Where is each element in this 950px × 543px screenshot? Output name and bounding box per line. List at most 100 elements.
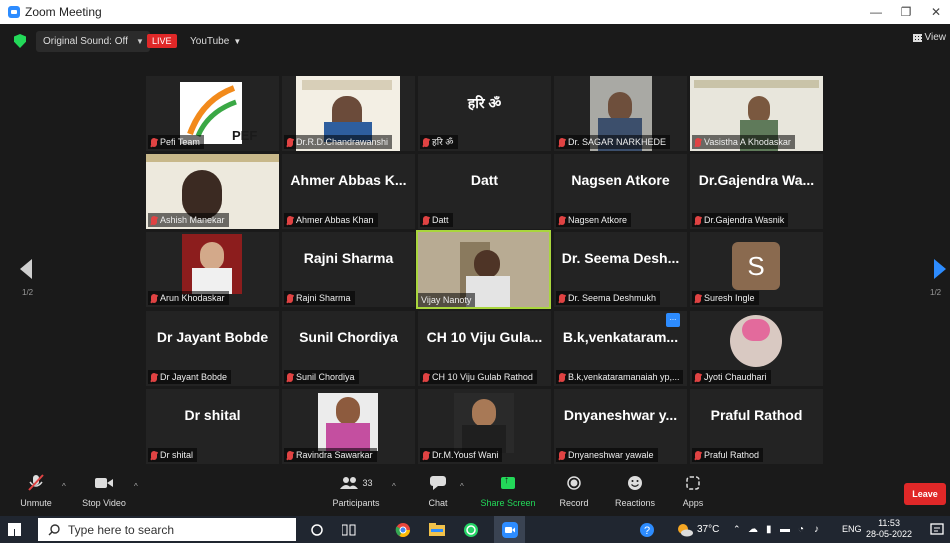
video-camera-icon [95, 478, 113, 488]
participant-name-label: Jyoti Chaudhari [692, 370, 771, 384]
banner-strip [302, 80, 392, 90]
display-icon[interactable]: ▬ [780, 516, 790, 543]
muted-mic-icon [423, 215, 429, 225]
participant-tile[interactable]: CH 10 Viju Gula... CH 10 Viju Gulab Rath… [418, 311, 551, 386]
participant-display-name: Dr Jayant Bobde [156, 329, 269, 345]
meeting-toolbar: Unmute ^ Stop Video ^ 33 Participants ^ … [0, 470, 950, 516]
participant-tile[interactable]: Dnyaneshwar y... Dnyaneshwar yawale [554, 389, 687, 464]
cloud-icon[interactable]: ☁ [748, 516, 758, 543]
muted-mic-icon [423, 450, 429, 460]
zoom-taskbar-icon[interactable] [494, 516, 525, 543]
whatsapp-icon[interactable] [462, 521, 479, 538]
weather-icon[interactable] [676, 521, 693, 538]
share-screen-button[interactable]: Share Screen [478, 470, 538, 516]
previous-page-arrow-icon[interactable] [20, 259, 32, 279]
participant-tile[interactable]: Datt Datt [418, 154, 551, 229]
participant-video-person [474, 250, 500, 278]
active-speaker-tile[interactable]: Vijay Nanoty [416, 230, 551, 309]
participant-tile[interactable]: Ahmer Abbas K... Ahmer Abbas Khan [282, 154, 415, 229]
grid-view-icon [912, 33, 922, 42]
chrome-icon[interactable] [394, 521, 411, 538]
minimize-icon[interactable]: — [862, 0, 890, 24]
notification-icon[interactable] [928, 521, 945, 538]
windows-start-icon[interactable] [8, 523, 21, 536]
muted-mic-icon [695, 215, 701, 225]
participant-tile[interactable]: PEF Pefi Team [146, 76, 279, 151]
participant-tile[interactable]: Dr.M.Yousf Wani [418, 389, 551, 464]
participant-name-label: Dr.Gajendra Wasnik [692, 213, 789, 227]
smiley-icon [628, 476, 642, 490]
leave-meeting-button[interactable]: Leave [904, 483, 946, 505]
participant-shirt [326, 423, 370, 451]
participant-tile[interactable]: Ravindra Sawarkar [282, 389, 415, 464]
help-icon[interactable]: ? [638, 521, 655, 538]
record-button[interactable]: Record [554, 470, 594, 516]
participant-name-label: Rajni Sharma [284, 291, 355, 305]
wifi-icon[interactable]: ◔ [798, 516, 804, 543]
participant-tile[interactable]: Arun Khodaskar [146, 232, 279, 307]
participant-tile[interactable]: Sunil Chordiya Sunil Chordiya [282, 311, 415, 386]
reactions-button[interactable]: Reactions [610, 470, 660, 516]
participant-tile[interactable]: Dr Jayant Bobde Dr Jayant Bobde [146, 311, 279, 386]
participant-tile[interactable]: Nagsen Atkore Nagsen Atkore [554, 154, 687, 229]
live-badge[interactable]: LIVE [147, 34, 177, 48]
participant-tile[interactable]: Dr. Seema Desh... Dr. Seema Deshmukh [554, 232, 687, 307]
view-button[interactable]: View [912, 32, 946, 43]
participant-name-label: Dr Jayant Bobde [148, 370, 232, 384]
share-screen-icon [501, 475, 515, 489]
participant-tile[interactable]: Rajni Sharma Rajni Sharma [282, 232, 415, 307]
participant-name-label: Dr. Seema Deshmukh [556, 291, 661, 305]
participant-display-name: Rajni Sharma [303, 250, 394, 266]
participant-tile[interactable]: Dr shital Dr shital [146, 389, 279, 464]
chevron-up-icon[interactable]: ^ [62, 482, 66, 491]
stop-video-button[interactable]: Stop Video [78, 470, 130, 516]
original-sound-button[interactable]: Original Sound: Off ▼ [36, 31, 150, 52]
chevron-up-icon[interactable]: ^ [134, 482, 138, 491]
unmute-button[interactable]: Unmute [14, 470, 58, 516]
chevron-down-icon[interactable]: ▼ [136, 31, 144, 52]
muted-mic-icon [559, 215, 565, 225]
battery-icon[interactable]: ▮ [766, 516, 772, 543]
muted-mic-icon [151, 450, 157, 460]
chat-button[interactable]: Chat [420, 470, 456, 516]
window-titlebar: Zoom Meeting — ❐ ✕ [0, 0, 950, 24]
participant-tile[interactable]: हरि ॐ हरि ॐ [418, 76, 551, 151]
youtube-stream-button[interactable]: YouTube ▼ [186, 31, 241, 52]
show-hidden-icons-chevron-icon[interactable]: ⌃ [733, 516, 741, 543]
muted-mic-icon [559, 372, 565, 382]
cortana-icon[interactable] [308, 521, 325, 538]
participant-name-label: B.k,venkataramanaiah yp,... [556, 370, 683, 384]
participant-tile[interactable]: Vasistha A Khodaskar [690, 76, 823, 151]
volume-icon[interactable]: ♪ [814, 516, 819, 543]
participant-tile[interactable]: Dr.Gajendra Wa... Dr.Gajendra Wasnik [690, 154, 823, 229]
participant-display-name: CH 10 Viju Gula... [426, 329, 543, 345]
restore-icon[interactable]: ❐ [892, 0, 920, 24]
participant-tile[interactable]: Praful Rathod Praful Rathod [690, 389, 823, 464]
participant-tile[interactable]: Ashish Manekar [146, 154, 279, 229]
close-icon[interactable]: ✕ [922, 0, 950, 24]
taskbar-search-box[interactable]: Type here to search [38, 518, 296, 541]
participant-name-label: Nagsen Atkore [556, 213, 632, 227]
banner-strip [694, 80, 819, 88]
participants-button[interactable]: 33 Participants [328, 470, 384, 516]
chevron-up-icon[interactable]: ^ [392, 482, 396, 491]
language-indicator[interactable]: ENG [842, 516, 862, 543]
taskbar-clock[interactable]: 11:53 28-05-2022 [866, 516, 912, 543]
muted-mic-icon [423, 372, 429, 382]
file-explorer-icon[interactable] [428, 521, 445, 538]
page-indicator-left: 1/2 [22, 288, 34, 297]
next-page-arrow-icon[interactable] [934, 259, 946, 279]
participant-tile[interactable]: S Suresh Ingle [690, 232, 823, 307]
more-options-button[interactable]: ... [666, 313, 680, 327]
participant-tile[interactable]: Dr. SAGAR NARKHEDE [554, 76, 687, 151]
muted-mic-icon [695, 372, 701, 382]
participant-name-label: Dr. SAGAR NARKHEDE [556, 135, 671, 149]
chevron-up-icon[interactable]: ^ [460, 482, 464, 491]
task-view-icon[interactable] [340, 521, 357, 538]
participant-tile[interactable]: Dr.R.D.Chandrawanshi [282, 76, 415, 151]
participant-display-name: Dnyaneshwar y... [563, 407, 678, 423]
muted-mic-icon [287, 450, 293, 460]
participant-tile[interactable]: Jyoti Chaudhari [690, 311, 823, 386]
security-shield-icon[interactable] [14, 34, 26, 48]
apps-button[interactable]: Apps [676, 470, 710, 516]
